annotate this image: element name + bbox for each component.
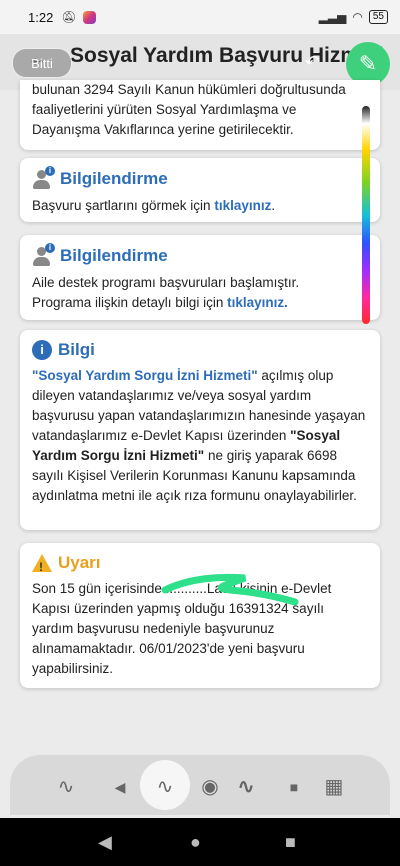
intro-line: faaliyetlerini yürüten Sosyal Yardımlaşm… <box>32 102 297 117</box>
card-heading: Bilgi <box>58 340 95 359</box>
redaction-scribble <box>161 573 299 606</box>
card-heading: Bilgilendirme <box>60 246 168 265</box>
pen-tool-icon[interactable]: ∿ <box>52 773 80 801</box>
back-triangle-icon[interactable]: ◀ <box>106 773 134 801</box>
nav-home-icon[interactable]: ● <box>190 832 201 853</box>
details-link[interactable]: tıklayınız <box>214 198 271 213</box>
drawing-toolbar: ∿ ◀ ∿ ◉ ∿ ■ ▦ <box>10 755 390 815</box>
system-nav-bar: ◀ ● ■ <box>0 818 400 866</box>
home-circle-icon[interactable]: ◉ <box>196 773 224 801</box>
status-bar: 1:22 🔕︎ ▂▃▅ ◠ 55 <box>0 0 400 34</box>
highlighter-tool-icon[interactable]: ∿ <box>232 773 260 801</box>
page-title: Sosyal Yardım Başvuru Hizmeti <box>70 44 384 67</box>
program-details-link[interactable]: tıklayınız. <box>227 295 288 310</box>
intro-line: bulunan 3294 Sayılı Kanun hükümleri doğr… <box>32 82 346 97</box>
recents-square-icon[interactable]: ■ <box>280 773 308 801</box>
info-card-3: i Bilgi "Sosyal Yardım Sorgu İzni Hizmet… <box>20 330 380 530</box>
undo-icon[interactable]: ↶ <box>305 52 325 72</box>
info-card-2: i Bilgilendirme Aile destek programı baş… <box>20 235 380 320</box>
info-icon: i <box>32 340 52 360</box>
nav-recents-icon[interactable]: ■ <box>285 832 296 853</box>
status-time: 1:22 <box>28 9 54 25</box>
wifi-icon: ◠ <box>352 10 363 24</box>
user-info-icon: i <box>32 166 55 190</box>
card-heading: Uyarı <box>58 553 101 572</box>
eraser-tool-icon[interactable]: ▦ <box>320 773 348 801</box>
done-button[interactable]: Bitti <box>12 48 72 78</box>
color-picker-slider[interactable] <box>362 106 370 324</box>
intro-card: bulunan 3294 Sayılı Kanun hükümleri doğr… <box>20 80 380 150</box>
warning-card: ! Uyarı Son 15 gün içerisinde ..........… <box>20 543 380 688</box>
screen: 1:22 🔕︎ ▂▃▅ ◠ 55 ← Sosyal Yardım Başvuru… <box>0 0 400 866</box>
battery-icon: 55 <box>368 10 388 24</box>
sorgu-izni-link[interactable]: "Sosyal Yardım Sorgu İzni Hizmeti" <box>32 368 258 383</box>
user-info-icon: i <box>32 243 55 267</box>
info-card-1: i Bilgilendirme Başvuru şartlarını görme… <box>20 158 380 222</box>
intro-line: Dayanışma Vakıflarınca yerine getirilece… <box>32 122 294 137</box>
nav-back-icon[interactable]: ◀ <box>98 832 112 853</box>
mute-icon: 🔕︎ <box>61 10 77 24</box>
marker-tool-icon[interactable]: ∿ <box>151 773 179 801</box>
card-heading: Bilgilendirme <box>60 169 168 188</box>
instagram-icon <box>82 10 96 24</box>
signal-icon: ▂▃▅ <box>318 10 347 24</box>
warning-icon: ! <box>32 554 52 574</box>
